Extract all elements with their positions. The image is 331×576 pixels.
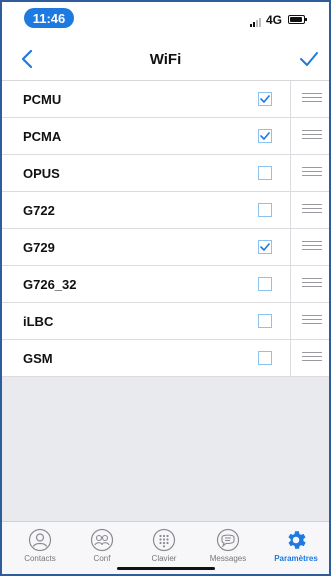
checkmark-icon bbox=[260, 95, 270, 103]
tab-bar: Contacts Conf Clavier Messages Paramètres bbox=[2, 521, 329, 574]
signal-strength-icon bbox=[250, 18, 261, 27]
conference-icon bbox=[90, 528, 114, 552]
tab-keypad[interactable]: Clavier bbox=[134, 528, 194, 563]
checkmark-icon bbox=[260, 243, 270, 251]
codec-row[interactable]: G729 bbox=[2, 229, 329, 266]
codec-enabled-checkbox[interactable] bbox=[258, 240, 272, 254]
messages-icon bbox=[216, 528, 240, 552]
reorder-handle-icon[interactable] bbox=[302, 167, 322, 178]
battery-icon bbox=[288, 15, 307, 24]
home-indicator bbox=[117, 567, 215, 570]
codec-name: PCMA bbox=[23, 129, 62, 144]
status-bar: 11:46 4G bbox=[2, 2, 329, 38]
codec-name: G729 bbox=[23, 240, 55, 255]
checkmark-icon bbox=[260, 132, 270, 140]
reorder-handle-icon[interactable] bbox=[302, 278, 322, 289]
codec-enabled-checkbox[interactable] bbox=[258, 314, 272, 328]
page-title: WiFi bbox=[149, 51, 182, 68]
codec-row[interactable]: PCMU bbox=[2, 81, 329, 118]
tab-settings-gear[interactable]: Paramètres bbox=[266, 528, 326, 563]
confirm-button[interactable] bbox=[295, 45, 323, 73]
column-divider bbox=[290, 81, 291, 117]
codec-row[interactable]: G722 bbox=[2, 192, 329, 229]
codec-row[interactable]: PCMA bbox=[2, 118, 329, 155]
codec-enabled-checkbox[interactable] bbox=[258, 277, 272, 291]
reorder-handle-icon[interactable] bbox=[302, 130, 322, 141]
tab-conference[interactable]: Conf bbox=[72, 528, 132, 563]
codec-name: GSM bbox=[23, 351, 53, 366]
codec-row[interactable]: G726_32 bbox=[2, 266, 329, 303]
codec-enabled-checkbox[interactable] bbox=[258, 351, 272, 365]
codec-name: G722 bbox=[23, 203, 55, 218]
reorder-handle-icon[interactable] bbox=[302, 241, 322, 252]
column-divider bbox=[290, 340, 291, 376]
codec-name: iLBC bbox=[23, 314, 54, 329]
keypad-icon bbox=[152, 528, 176, 552]
reorder-handle-icon[interactable] bbox=[302, 315, 322, 326]
tab-label: Clavier bbox=[151, 554, 177, 563]
app-screen: 11:46 4G WiFi PCMU PCMA OPUS G722 G729 G726_3… bbox=[0, 0, 331, 576]
column-divider bbox=[290, 303, 291, 339]
tab-label: Contacts bbox=[24, 554, 56, 563]
checkmark-icon bbox=[300, 52, 318, 66]
reorder-handle-icon[interactable] bbox=[302, 93, 322, 104]
codec-row[interactable]: iLBC bbox=[2, 303, 329, 340]
codec-enabled-checkbox[interactable] bbox=[258, 129, 272, 143]
tab-label: Messages bbox=[209, 554, 247, 563]
contacts-icon bbox=[28, 528, 52, 552]
column-divider bbox=[290, 118, 291, 154]
tab-label: Paramètres bbox=[274, 554, 318, 563]
codec-name: G726_32 bbox=[23, 277, 77, 292]
tab-messages[interactable]: Messages bbox=[198, 528, 258, 563]
settings-gear-icon bbox=[284, 528, 308, 552]
column-divider bbox=[290, 229, 291, 265]
column-divider bbox=[290, 192, 291, 228]
codec-name: OPUS bbox=[23, 166, 60, 181]
tab-contacts[interactable]: Contacts bbox=[10, 528, 70, 563]
column-divider bbox=[290, 155, 291, 191]
status-time: 11:46 bbox=[24, 8, 74, 28]
tab-label: Conf bbox=[93, 554, 111, 563]
codec-row[interactable]: GSM bbox=[2, 340, 329, 377]
column-divider bbox=[290, 266, 291, 302]
codec-enabled-checkbox[interactable] bbox=[258, 166, 272, 180]
reorder-handle-icon[interactable] bbox=[302, 204, 322, 215]
codec-name: PCMU bbox=[23, 92, 62, 107]
codec-enabled-checkbox[interactable] bbox=[258, 203, 272, 217]
codec-list: PCMU PCMA OPUS G722 G729 G726_32 iLBC GSM bbox=[2, 81, 329, 377]
network-type: 4G bbox=[266, 13, 283, 27]
codec-row[interactable]: OPUS bbox=[2, 155, 329, 192]
navigation-bar: WiFi bbox=[2, 38, 329, 81]
reorder-handle-icon[interactable] bbox=[302, 352, 322, 363]
codec-enabled-checkbox[interactable] bbox=[258, 92, 272, 106]
